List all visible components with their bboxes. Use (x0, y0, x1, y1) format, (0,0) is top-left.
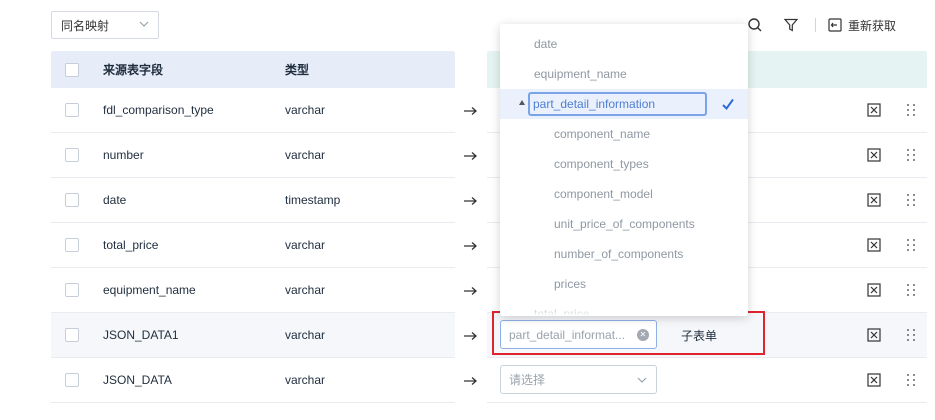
source-field-type: varchar (285, 328, 326, 342)
drag-handle-icon[interactable] (906, 328, 916, 342)
dropdown-option[interactable]: equipment_name (500, 59, 748, 89)
header-type: 类型 (285, 63, 310, 77)
clear-icon[interactable]: ✕ (637, 329, 649, 341)
table-row: date timestamp (51, 178, 455, 223)
source-field-name: fdl_comparison_type (103, 103, 214, 117)
source-fields-table: 来源表字段 类型 fdl_comparison_type varchar numb… (51, 51, 455, 403)
row-checkbox[interactable] (65, 103, 79, 117)
mapping-mode-value: 同名映射 (61, 18, 110, 33)
caret-expanded-icon[interactable] (519, 100, 525, 105)
delete-icon[interactable] (867, 283, 881, 297)
target-field-placeholder: 请选择 (509, 373, 546, 387)
header-source-field: 来源表字段 (103, 63, 164, 77)
drag-handle-icon[interactable] (906, 238, 916, 252)
field-dropdown: date equipment_name part_detail_informat… (500, 24, 748, 316)
toolbar: 重新获取 (745, 12, 896, 38)
arrow-right-icon (464, 332, 477, 340)
row-checkbox[interactable] (65, 283, 79, 297)
source-field-type: timestamp (285, 193, 341, 207)
check-icon (722, 98, 734, 111)
table-row: equipment_name varchar (51, 268, 455, 313)
arrow-right-icon (464, 287, 477, 295)
target-field-value: part_detail_informat... (509, 327, 626, 342)
select-all-checkbox[interactable] (65, 62, 79, 77)
drag-handle-icon[interactable] (906, 283, 916, 297)
dropdown-fade (500, 304, 748, 316)
source-field-type: varchar (285, 283, 326, 297)
table-row: fdl_comparison_type varchar (51, 88, 455, 133)
source-field-type: varchar (285, 238, 326, 252)
dropdown-child-option[interactable]: component_name (500, 119, 748, 149)
row-checkbox[interactable] (65, 328, 79, 342)
target-field-select[interactable]: part_detail_informat... ✕ (500, 320, 657, 349)
row-checkbox[interactable] (65, 238, 79, 252)
drag-handle-icon[interactable] (906, 103, 916, 117)
table-row: part_detail_informat... ✕ 子表单 (487, 313, 927, 358)
dropdown-child-option[interactable]: component_types (500, 149, 748, 179)
source-table-header: 来源表字段 类型 (51, 51, 455, 88)
arrow-right-icon (464, 242, 477, 250)
drag-handle-icon[interactable] (906, 193, 916, 207)
row-checkbox[interactable] (65, 373, 79, 387)
arrow-right-icon (464, 152, 477, 160)
source-field-name: equipment_name (103, 283, 196, 297)
dropdown-child-option[interactable]: number_of_components (500, 239, 748, 269)
table-row: JSON_DATA varchar (51, 358, 455, 403)
mapping-mode-select[interactable]: 同名映射 (51, 11, 159, 39)
refresh-label: 重新获取 (848, 18, 897, 33)
dropdown-option-selected[interactable]: part_detail_information (500, 89, 748, 119)
filter-icon[interactable] (781, 15, 801, 35)
target-field-select[interactable]: 请选择 (500, 365, 657, 394)
source-field-name: date (103, 193, 127, 207)
toolbar-divider (815, 18, 816, 32)
dropdown-child-option[interactable]: component_model (500, 179, 748, 209)
dropdown-child-option[interactable]: unit_price_of_components (500, 209, 748, 239)
drag-handle-icon[interactable] (906, 148, 916, 162)
arrow-right-icon (464, 107, 477, 115)
table-row: number varchar (51, 133, 455, 178)
row-checkbox[interactable] (65, 148, 79, 162)
drag-handle-icon[interactable] (906, 373, 916, 387)
delete-icon[interactable] (867, 193, 881, 207)
chevron-down-icon (637, 377, 647, 383)
source-field-type: varchar (285, 373, 326, 387)
source-field-type: varchar (285, 148, 326, 162)
arrow-right-icon (464, 197, 477, 205)
source-field-type: varchar (285, 103, 326, 117)
table-row: JSON_DATA1 varchar (51, 313, 455, 358)
delete-icon[interactable] (867, 148, 881, 162)
dropdown-child-option[interactable]: prices (500, 269, 748, 299)
arrow-right-icon (464, 377, 477, 385)
source-field-name: JSON_DATA (103, 373, 172, 387)
row-checkbox[interactable] (65, 193, 79, 207)
search-icon[interactable] (745, 15, 765, 35)
delete-icon[interactable] (867, 103, 881, 117)
source-field-name: total_price (103, 238, 159, 252)
table-row: total_price varchar (51, 223, 455, 268)
delete-icon[interactable] (867, 328, 881, 342)
dropdown-option[interactable]: date (500, 29, 748, 59)
source-field-name: number (103, 148, 144, 162)
delete-icon[interactable] (867, 238, 881, 252)
chevron-down-icon (139, 21, 149, 27)
refresh-icon (828, 18, 842, 32)
refresh-button[interactable]: 重新获取 (828, 17, 896, 34)
source-field-name: JSON_DATA1 (103, 328, 179, 342)
delete-icon[interactable] (867, 373, 881, 387)
subform-label[interactable]: 子表单 (681, 327, 717, 344)
table-row: 请选择 (487, 358, 927, 403)
